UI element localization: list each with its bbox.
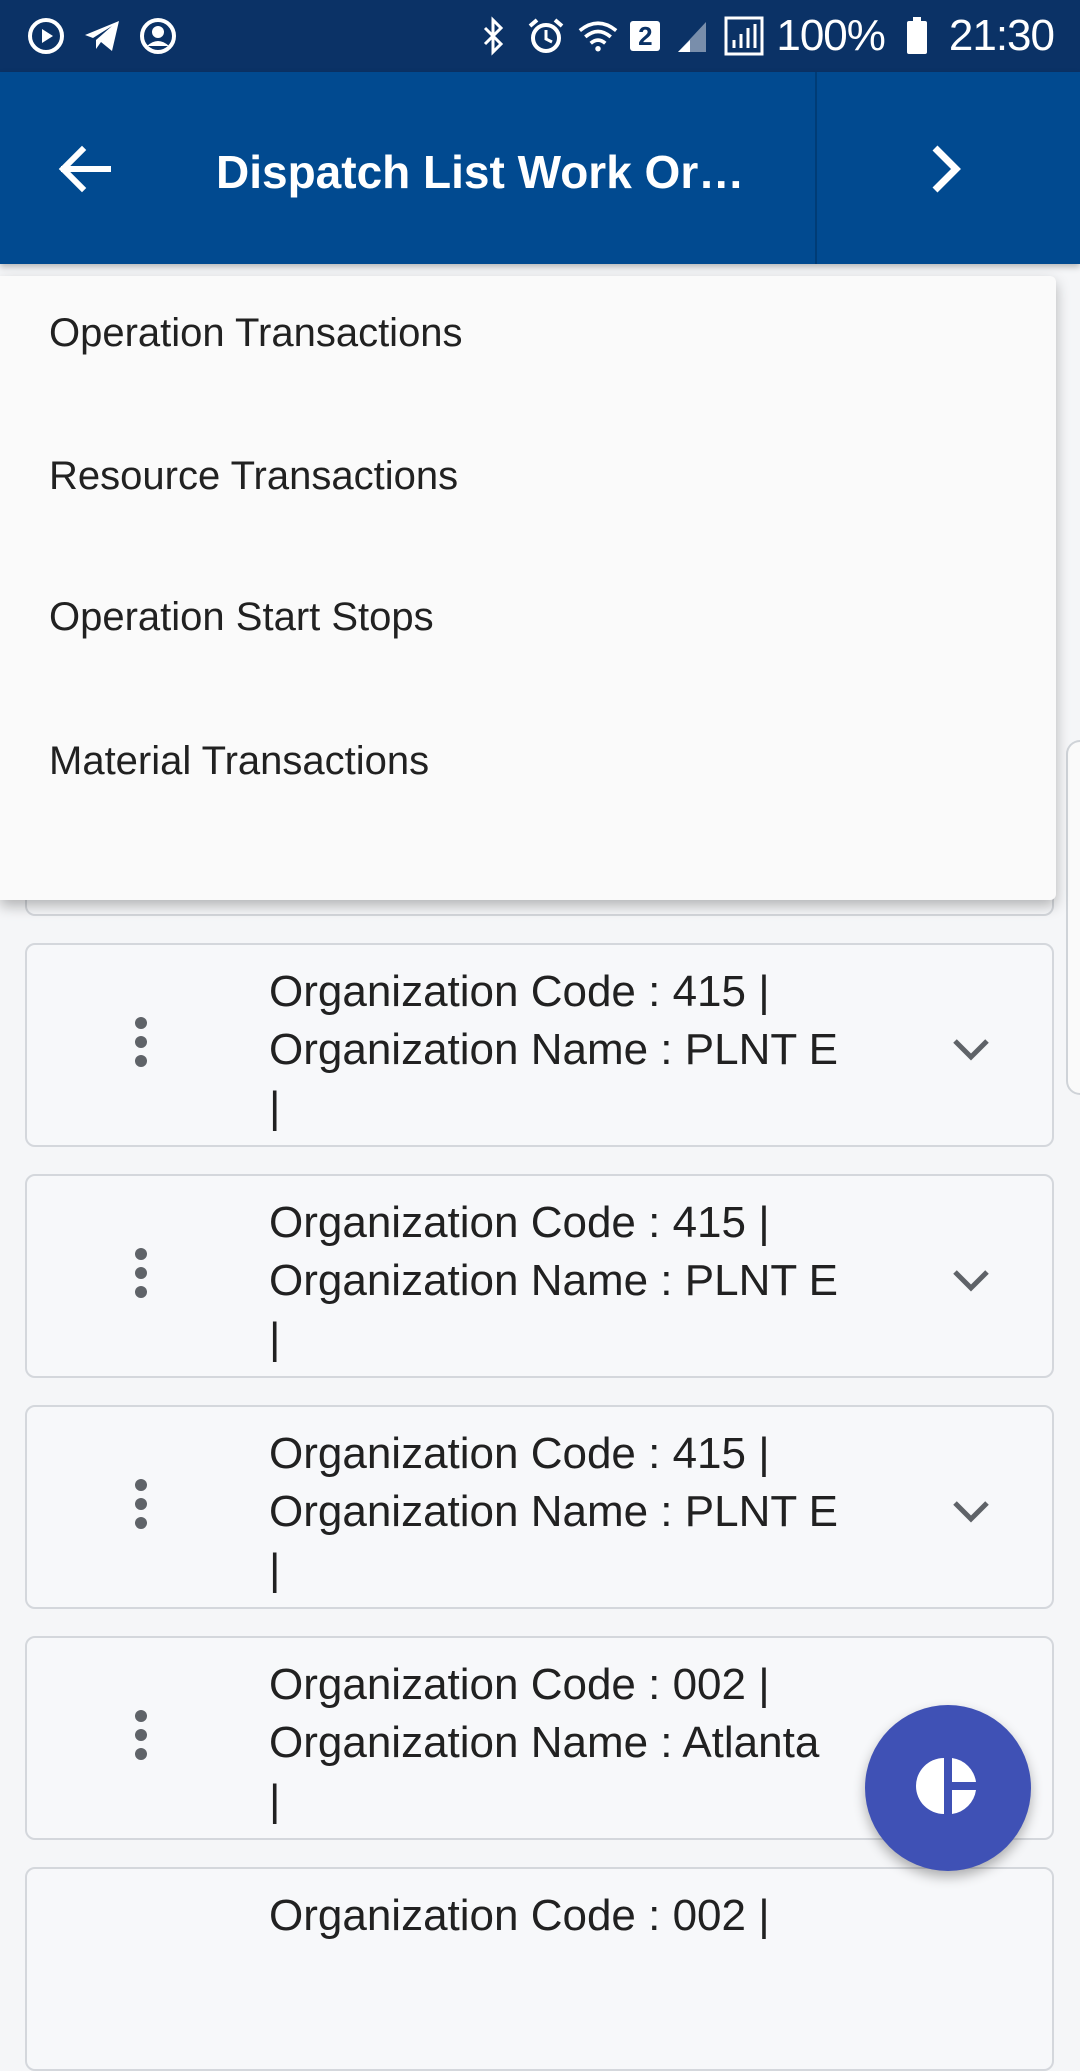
separator-text: | <box>269 1083 281 1132</box>
menu-item-label: Material Transactions <box>49 739 430 783</box>
sim-badge: 2 <box>630 21 661 51</box>
menu-item-material-transactions[interactable]: Material Transactions <box>0 704 1056 824</box>
expand-button[interactable] <box>947 1025 995 1073</box>
app-bar: Dispatch List Work Ord... <box>0 72 1080 264</box>
organization-code: Organization Code : 415 | <box>269 1429 770 1478</box>
page-title: Dispatch List Work Ord... <box>216 146 756 198</box>
organization-code: Organization Code : 002 | <box>269 1660 770 1709</box>
status-bar-right: 2 100% 21:30 <box>474 11 1055 61</box>
list-item-text: Organization Code : 415 | Organization N… <box>269 1425 909 1599</box>
menu-item-label: Resource Transactions <box>49 454 459 498</box>
overflow-menu: Operation Transactions Resource Transact… <box>0 276 1056 900</box>
roaming-signal-icon <box>724 16 764 56</box>
wifi-icon <box>578 16 618 56</box>
separator-text: | <box>269 1314 281 1363</box>
organization-name: Organization Name : Atlanta <box>269 1718 820 1767</box>
organization-code: Organization Code : 002 | <box>269 1891 770 1940</box>
chevron-down-icon <box>953 1270 989 1292</box>
forward-button[interactable] <box>900 126 990 216</box>
account-circle-icon <box>138 16 178 56</box>
chevron-down-icon <box>953 1039 989 1061</box>
chart-fab-button[interactable] <box>865 1705 1031 1871</box>
chevron-right-icon <box>925 142 965 201</box>
menu-item-label: Operation Transactions <box>49 311 463 355</box>
expand-button[interactable] <box>947 1256 995 1304</box>
separator-text: | <box>269 1776 281 1825</box>
pie-chart-icon <box>916 1754 980 1823</box>
organization-name: Organization Name : PLNT E <box>269 1487 838 1536</box>
chevron-down-icon <box>953 1501 989 1523</box>
status-bar: 2 100% 21:30 <box>0 0 1080 72</box>
menu-item-resource-transactions[interactable]: Resource Transactions <box>0 419 1056 539</box>
back-button[interactable] <box>40 126 130 216</box>
organization-name: Organization Name : PLNT E <box>269 1025 838 1074</box>
battery-percent: 100% <box>776 11 886 60</box>
list-item[interactable]: Organization Code : 415 | Organization N… <box>25 1405 1054 1609</box>
menu-item-operation-transactions[interactable]: Operation Transactions <box>0 276 1056 396</box>
separator-text: | <box>269 1545 281 1594</box>
more-vert-icon[interactable] <box>135 1479 147 1539</box>
more-vert-icon[interactable] <box>135 1248 147 1308</box>
arrow-back-icon <box>58 142 112 201</box>
battery-icon <box>897 16 937 56</box>
list-item-text: Organization Code : 002 | <box>269 1887 909 1945</box>
menu-item-label: Operation Start Stops <box>49 595 434 639</box>
alarm-icon <box>526 16 566 56</box>
organization-code: Organization Code : 415 | <box>269 967 770 1016</box>
organization-code: Organization Code : 415 | <box>269 1198 770 1247</box>
expand-button[interactable] <box>947 1487 995 1535</box>
more-vert-icon[interactable] <box>135 1710 147 1770</box>
list-item[interactable]: Organization Code : 415 | Organization N… <box>25 1174 1054 1378</box>
clock: 21:30 <box>948 11 1055 60</box>
menu-item-operation-start-stops[interactable]: Operation Start Stops <box>0 560 1056 680</box>
list-item[interactable]: Organization Code : 002 | <box>25 1867 1054 2071</box>
list-item-text: Organization Code : 002 | Organization N… <box>269 1656 909 1830</box>
signal-icon <box>672 16 712 56</box>
list-item-text: Organization Code : 415 | Organization N… <box>269 963 909 1137</box>
list-item-text: Organization Code : 415 | Organization N… <box>269 1194 909 1368</box>
organization-name: Organization Name : PLNT E <box>269 1256 838 1305</box>
status-bar-left <box>26 16 178 56</box>
list-item[interactable]: Organization Code : 415 | Organization N… <box>25 943 1054 1147</box>
play-circle-icon <box>26 16 66 56</box>
bluetooth-icon <box>474 16 514 56</box>
app-bar-divider <box>815 72 817 264</box>
side-panel-handle[interactable] <box>1066 740 1080 1095</box>
telegram-icon <box>82 16 122 56</box>
more-vert-icon[interactable] <box>135 1017 147 1077</box>
